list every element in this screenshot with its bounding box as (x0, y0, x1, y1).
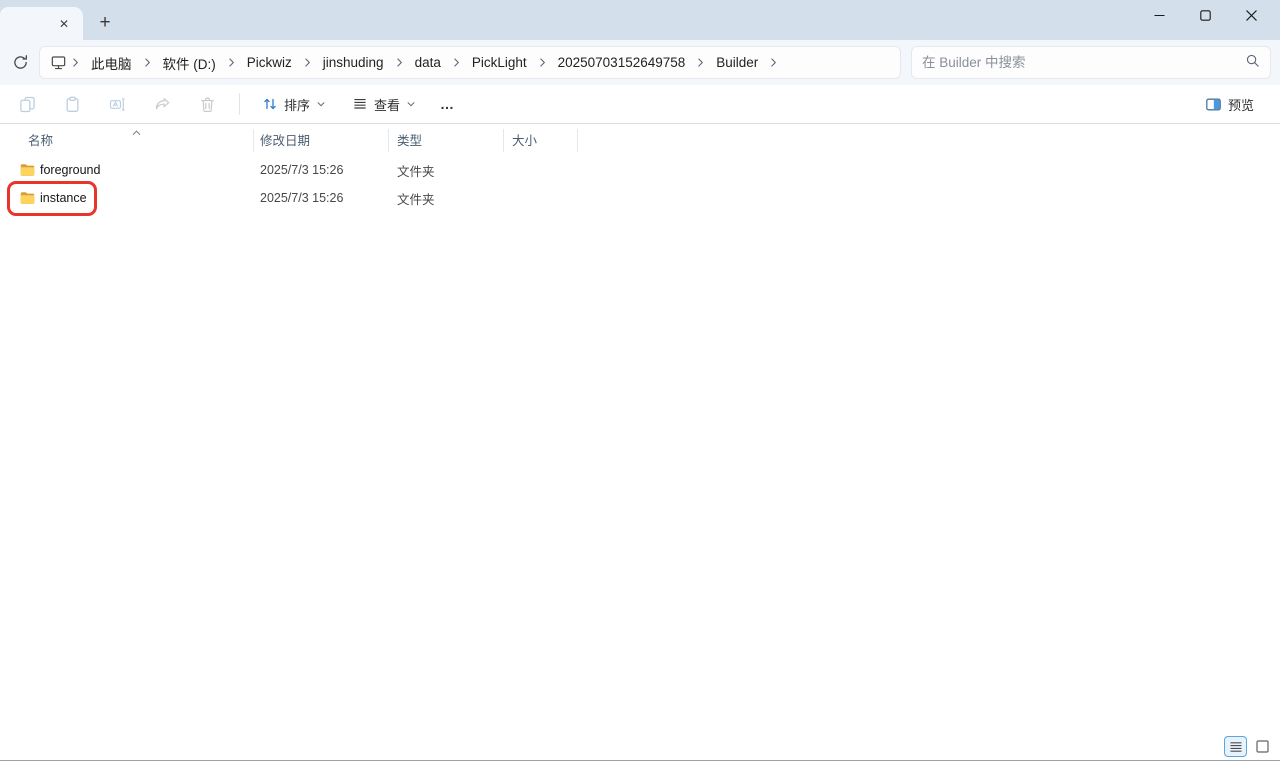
navigation-bar: 此电脑软件 (D:) Pickwiz jinshuding data PickLight… (0, 40, 1280, 85)
breadcrumb-item[interactable]: Builder (707, 47, 767, 78)
chevron-down-icon (406, 99, 416, 109)
close-button[interactable] (1228, 0, 1274, 30)
file-type: 文件夹 (389, 189, 504, 208)
minimize-icon (1154, 10, 1165, 21)
more-options-button[interactable]: … (426, 89, 469, 119)
breadcrumb-item[interactable]: 软件 (D:) (154, 47, 225, 78)
file-modified: 2025/7/3 15:26 (254, 163, 389, 177)
address-bar[interactable]: 此电脑软件 (D:) Pickwiz jinshuding data PickLight… (39, 46, 901, 79)
window-controls (1136, 0, 1274, 30)
breadcrumb-item[interactable]: Pickwiz (238, 47, 301, 78)
copy-icon (19, 96, 36, 113)
file-explorer-window: ✕ + (0, 0, 1280, 761)
column-header-name[interactable]: 名称 (0, 124, 254, 155)
file-name-cell: foreground (0, 163, 254, 177)
sort-label: 排序 (284, 95, 310, 114)
column-header-size[interactable]: 大小 (504, 124, 578, 155)
delete-icon (199, 96, 216, 113)
paste-icon (64, 96, 81, 113)
file-name: instance (40, 191, 87, 205)
this-pc-icon (50, 54, 67, 71)
preview-button[interactable]: 预览 (1195, 89, 1264, 119)
delete-button[interactable] (189, 89, 225, 119)
breadcrumb-item[interactable]: PickLight (463, 47, 536, 78)
close-icon (1246, 10, 1257, 21)
sort-arrows-icon (262, 96, 278, 112)
share-button[interactable] (144, 89, 180, 119)
chevron-right-icon (695, 57, 706, 68)
toolbar-divider (239, 93, 240, 115)
chevron-down-icon (316, 99, 326, 109)
paste-button[interactable] (54, 89, 90, 119)
search-box[interactable] (911, 46, 1271, 79)
command-toolbar: 排序 查看 … 预览 (0, 85, 1280, 124)
search-icon (1245, 53, 1260, 73)
share-icon (154, 96, 171, 113)
details-view-button[interactable] (1224, 736, 1247, 757)
view-button[interactable]: 查看 (342, 89, 426, 119)
column-header-type[interactable]: 类型 (389, 124, 504, 155)
chevron-right-icon (142, 57, 153, 68)
file-modified: 2025/7/3 15:26 (254, 191, 389, 205)
chevron-right-icon (302, 57, 313, 68)
preview-label: 预览 (1228, 95, 1254, 114)
chevron-right-icon (451, 57, 462, 68)
explorer-tab[interactable]: ✕ (0, 7, 83, 40)
breadcrumb-item[interactable]: 20250703152649758 (549, 47, 695, 78)
file-name: foreground (40, 163, 100, 177)
tab-close-icon[interactable]: ✕ (55, 15, 73, 33)
chevron-right-icon (768, 57, 779, 68)
chevron-right-icon (70, 57, 81, 68)
sort-button[interactable]: 排序 (252, 89, 336, 119)
maximize-icon (1200, 10, 1211, 21)
rename-button[interactable] (99, 89, 135, 119)
folder-icon (20, 191, 35, 205)
chevron-right-icon (226, 57, 237, 68)
search-input[interactable] (922, 55, 1245, 70)
view-label: 查看 (374, 95, 400, 114)
file-type: 文件夹 (389, 161, 504, 180)
details-view-icon (1229, 741, 1243, 753)
file-name-cell: instance (0, 191, 254, 205)
breadcrumb: 此电脑软件 (D:) Pickwiz jinshuding data PickLight… (69, 47, 780, 78)
folder-icon (20, 163, 35, 177)
file-row[interactable]: foreground 2025/7/3 15:26文件夹 (0, 156, 1280, 184)
column-header-row: 名称 修改日期 类型 大小 (0, 124, 1280, 155)
view-toggles (1224, 736, 1274, 757)
file-row[interactable]: instance 2025/7/3 15:26文件夹 (0, 184, 1280, 212)
chevron-right-icon (537, 57, 548, 68)
refresh-button[interactable] (5, 48, 35, 78)
rename-icon (109, 96, 126, 113)
breadcrumb-item[interactable]: data (406, 47, 450, 78)
chevron-right-icon (394, 57, 405, 68)
refresh-icon (12, 54, 29, 71)
breadcrumb-item[interactable]: jinshuding (314, 47, 393, 78)
large-icons-view-button[interactable] (1251, 736, 1274, 757)
status-bar (0, 735, 1280, 759)
tab-bar: ✕ + (0, 0, 1280, 40)
copy-button[interactable] (9, 89, 45, 119)
preview-pane-icon (1205, 96, 1222, 113)
view-lines-icon (352, 96, 368, 112)
minimize-button[interactable] (1136, 0, 1182, 30)
maximize-button[interactable] (1182, 0, 1228, 30)
column-header-modified[interactable]: 修改日期 (254, 124, 389, 155)
file-list: foreground 2025/7/3 15:26文件夹 instance 2025/… (0, 156, 1280, 212)
new-tab-button[interactable]: + (93, 11, 117, 35)
breadcrumb-item[interactable]: 此电脑 (82, 47, 141, 78)
large-icons-view-icon (1256, 740, 1269, 753)
